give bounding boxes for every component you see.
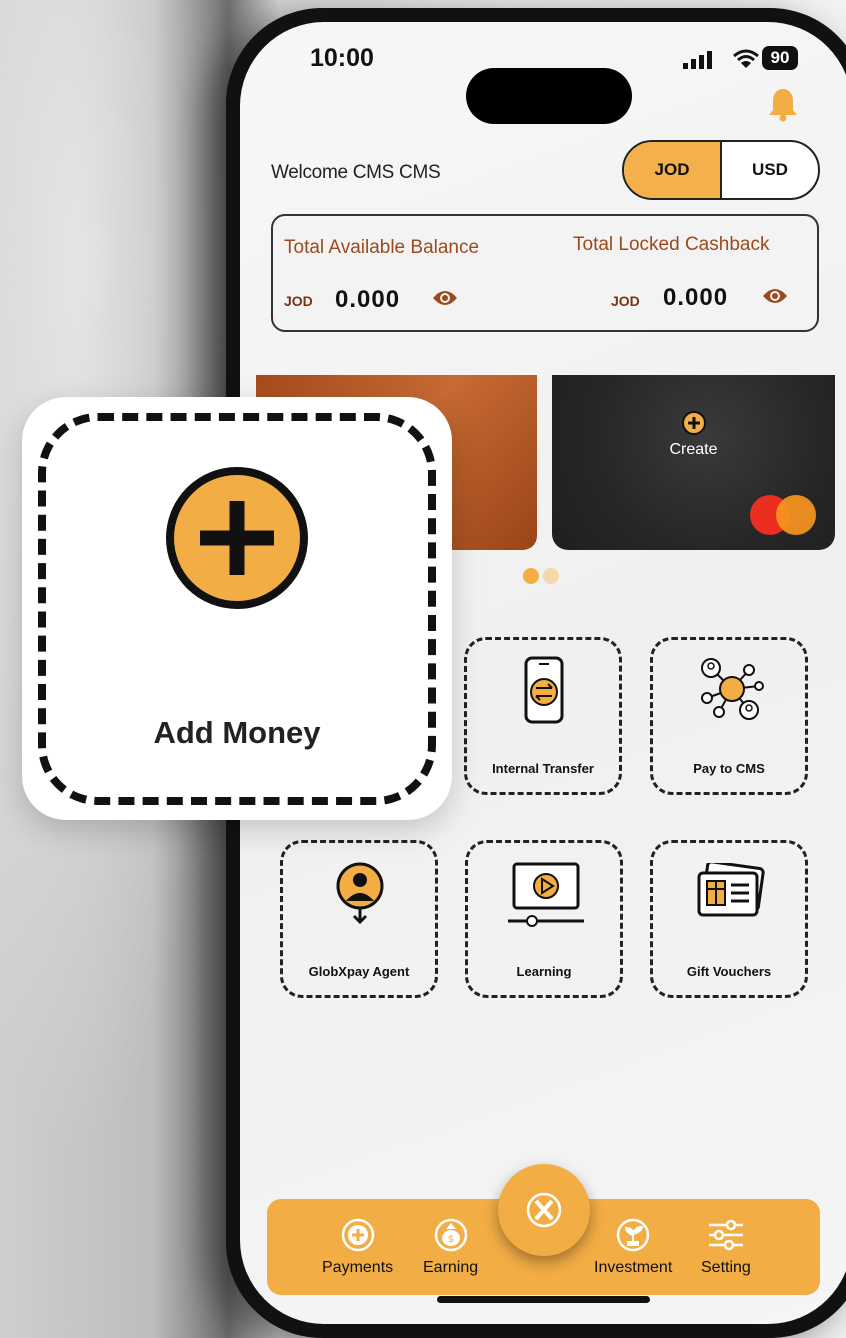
- currency-jod-button[interactable]: JOD: [624, 142, 722, 198]
- svg-text:$: $: [447, 1234, 453, 1245]
- welcome-text: Welcome CMS CMS: [271, 162, 441, 183]
- status-time: 10:00: [310, 44, 374, 72]
- plus-circle-icon: [682, 411, 706, 435]
- nav-payments[interactable]: Payments: [322, 1217, 393, 1277]
- tile-label: Learning: [516, 964, 572, 979]
- add-money-tile[interactable]: Add Money: [22, 397, 452, 820]
- balance-card: Total Available Balance JOD 0.000 Total …: [271, 214, 819, 332]
- locked-cashback-label: Total Locked Cashback: [573, 234, 770, 255]
- nav-setting[interactable]: Setting: [701, 1217, 751, 1277]
- video-play-icon: [508, 862, 584, 927]
- nav-label: Setting: [701, 1259, 751, 1276]
- home-indicator: [437, 1296, 650, 1303]
- nav-label: Earning: [423, 1259, 479, 1276]
- nav-earning[interactable]: $ Earning: [423, 1217, 478, 1277]
- nav-label: Payments: [322, 1259, 394, 1276]
- internal-transfer-tile[interactable]: Internal Transfer: [464, 637, 622, 795]
- battery-indicator: 90: [762, 46, 798, 70]
- carousel-dot-active[interactable]: [523, 568, 539, 584]
- tile-label: Pay to CMS: [693, 761, 765, 776]
- carousel-indicator: [523, 568, 559, 584]
- nav-investment[interactable]: Investment: [594, 1217, 672, 1277]
- network-icon: [701, 658, 764, 720]
- eye-icon[interactable]: [761, 286, 789, 306]
- create-card-label: Create: [669, 441, 718, 458]
- available-currency: JOD: [284, 293, 313, 309]
- nav-label: Investment: [594, 1259, 673, 1276]
- currency-usd-button[interactable]: USD: [722, 142, 818, 198]
- tile-label: Internal Transfer: [492, 761, 594, 776]
- plant-icon: [616, 1218, 650, 1252]
- signal-icon: [683, 51, 712, 69]
- available-balance-label: Total Available Balance: [284, 237, 480, 258]
- plus-circle-icon: [166, 467, 308, 609]
- dynamic-island: [466, 68, 632, 124]
- create-card[interactable]: Create: [552, 375, 835, 550]
- carousel-dot[interactable]: [543, 568, 559, 584]
- plus-circle-icon: [341, 1218, 374, 1252]
- learning-tile[interactable]: Learning: [465, 840, 623, 998]
- agent-pin-icon: [336, 862, 384, 925]
- tile-label: GlobXpay Agent: [308, 964, 410, 979]
- tile-label: Gift Vouchers: [686, 964, 772, 979]
- globxpay-agent-tile[interactable]: GlobXpay Agent: [280, 840, 438, 998]
- center-fab-button[interactable]: [498, 1164, 590, 1256]
- app-logo-icon: [526, 1192, 562, 1228]
- currency-toggle[interactable]: JOD USD: [622, 140, 820, 200]
- gift-vouchers-tile[interactable]: Gift Vouchers: [650, 840, 808, 998]
- add-money-label: Add Money: [153, 715, 321, 750]
- pay-to-cms-tile[interactable]: Pay to CMS: [650, 637, 808, 795]
- gift-card-icon: [697, 863, 765, 917]
- available-balance-value: 0.000: [335, 286, 401, 313]
- sliders-icon: [708, 1219, 743, 1251]
- phone-transfer-icon: [524, 656, 564, 724]
- money-bag-icon: $: [434, 1218, 467, 1252]
- notification-bell-icon[interactable]: [767, 86, 799, 122]
- wifi-icon: [733, 49, 759, 68]
- locked-cashback-value: 0.000: [663, 284, 729, 311]
- eye-icon[interactable]: [431, 288, 459, 308]
- locked-currency: JOD: [611, 293, 640, 309]
- mastercard-logo-icon: [750, 495, 816, 535]
